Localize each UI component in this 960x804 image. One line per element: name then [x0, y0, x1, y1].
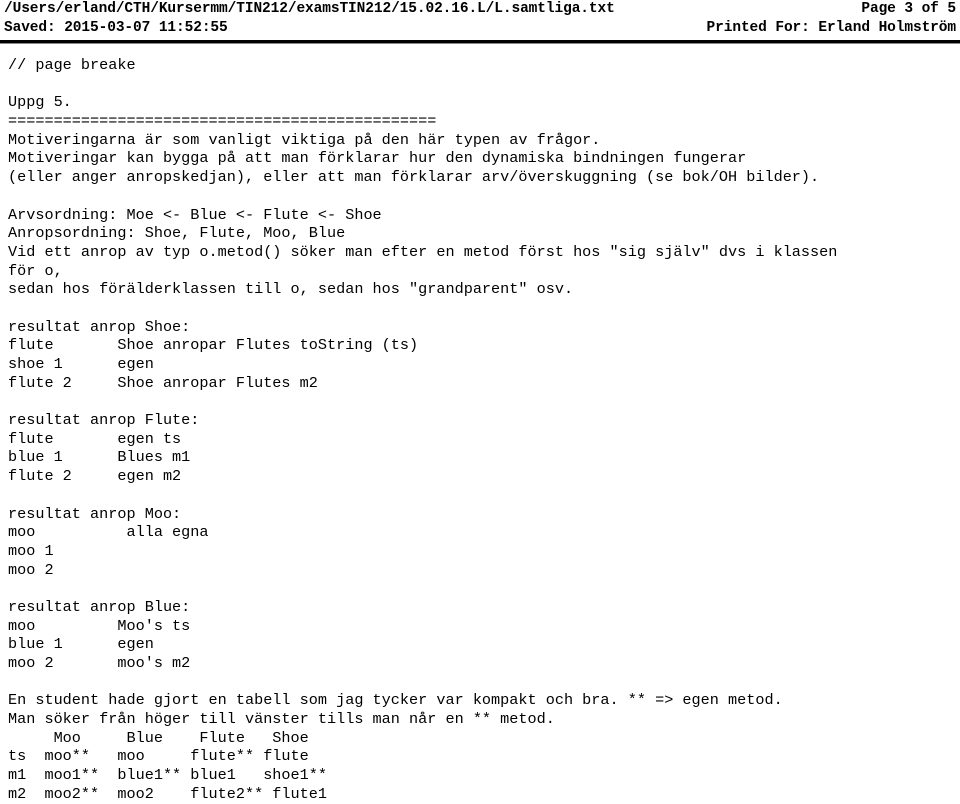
header-row-top: /Users/erland/CTH/Kursermm/TIN212/examsT… [0, 0, 960, 19]
text-line: resultat anrop Flute: [8, 411, 200, 430]
header-separator-rule [0, 40, 960, 44]
text-line: flute 2 Shoe anropar Flutes m2 [8, 373, 318, 392]
text-line: moo alla egna [8, 523, 209, 542]
text-line: En student hade gjort en tabell som jag … [8, 691, 783, 710]
text-line: m1 moo1** blue1** blue1 shoe1** [8, 766, 327, 785]
text-line: // page breake [8, 56, 136, 74]
text-line: blue 1 Blues m1 [8, 448, 191, 467]
text-line: Anropsordning: Shoe, Flute, Moo, Blue [8, 224, 346, 243]
text-line: Arvsordning: Moe <- Blue <- Flute <- Sho… [8, 205, 382, 224]
text-line: m2 moo2** moo2 flute2** flute1 [8, 784, 327, 803]
text-line: sedan hos förälderklassen till o, sedan … [8, 280, 574, 299]
text-line: för o, [8, 261, 63, 280]
text-line: Motiveringarna är som vanligt viktiga på… [8, 130, 601, 149]
text-line-blank [8, 579, 960, 598]
text-line-blank [8, 187, 960, 206]
text-line-blank [8, 75, 960, 94]
text-line: moo 1 [8, 541, 54, 560]
text-line-blank [8, 299, 960, 318]
text-line: Uppg 5. [8, 93, 72, 112]
text-line: Moo Blue Flute Shoe [8, 728, 309, 747]
text-line: flute egen ts [8, 429, 182, 448]
file-path-label: /Users/erland/CTH/Kursermm/TIN212/examsT… [4, 1, 615, 17]
saved-timestamp-label: Saved: 2015-03-07 11:52:55 [4, 20, 228, 36]
printed-document-page: /Users/erland/CTH/Kursermm/TIN212/examsT… [0, 0, 960, 803]
text-line: ts moo** moo flute** flute [8, 747, 309, 766]
text-line: flute 2 egen m2 [8, 467, 182, 486]
text-line-blank [8, 673, 960, 692]
text-line: Motiveringar kan bygga på att man förkla… [8, 149, 747, 168]
text-line: moo Moo's ts [8, 616, 191, 635]
text-line: ========================================… [8, 112, 437, 131]
page-number-label: Page 3 of 5 [861, 1, 956, 17]
page-header: /Users/erland/CTH/Kursermm/TIN212/examsT… [0, 0, 960, 44]
text-line: flute Shoe anropar Flutes toString (ts) [8, 336, 419, 355]
text-line: moo 2 moo's m2 [8, 654, 191, 672]
text-line: moo 2 [8, 560, 54, 579]
text-line: Vid ett anrop av typ o.metod() söker man… [8, 242, 838, 261]
text-line: (eller anger anropskedjan), eller att ma… [8, 168, 820, 187]
text-line: resultat anrop Blue: [8, 597, 191, 616]
printed-for-label: Printed For: Erland Holmström [706, 20, 957, 36]
text-line: shoe 1 egen [8, 355, 154, 373]
document-body: // page breake Uppg 5. ==================… [8, 56, 960, 804]
text-line-blank [8, 486, 960, 505]
header-row-bottom: Saved: 2015-03-07 11:52:55 Printed For: … [0, 19, 960, 38]
text-line: resultat anrop Moo: [8, 504, 182, 523]
text-line: blue 1 egen [8, 635, 154, 654]
text-line-blank [8, 392, 960, 411]
text-line: Man söker från höger till vänster tills … [8, 710, 555, 729]
text-line: resultat anrop Shoe: [8, 317, 191, 336]
